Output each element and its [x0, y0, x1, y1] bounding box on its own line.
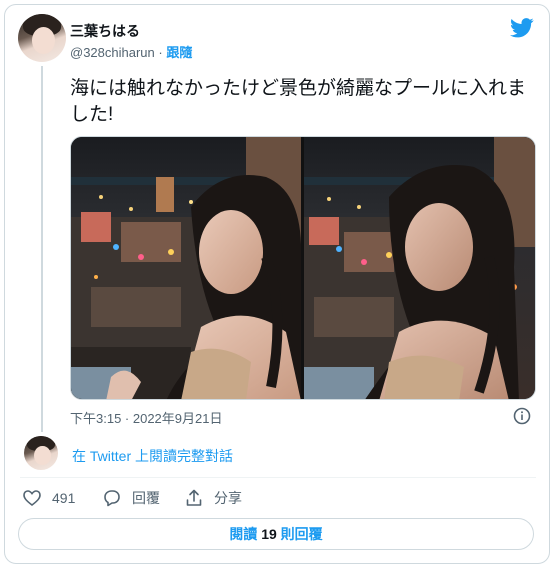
read-full-conversation-link[interactable]: 在 Twitter 上閱讀完整對話	[72, 446, 233, 466]
night-city-pool-photo-2	[304, 137, 535, 399]
avatar-face	[32, 27, 56, 55]
thread-line	[41, 66, 43, 432]
info-icon[interactable]	[513, 407, 531, 425]
heart-icon	[23, 490, 41, 507]
like-count: 491	[52, 490, 76, 506]
night-city-pool-photo-1	[71, 137, 301, 399]
author-avatar[interactable]	[18, 14, 66, 62]
tweet-text: 海には触れなかったけど景色が綺麗なプールに入れました!	[70, 78, 527, 125]
reader-avatar	[24, 436, 58, 470]
share-button[interactable]: 分享	[184, 487, 242, 509]
handle-separator: ·	[154, 45, 167, 60]
twitter-bird-icon[interactable]	[510, 18, 534, 38]
read-replies-prefix: 閱讀	[229, 526, 262, 542]
author-display-name[interactable]: 三葉ちはる	[70, 21, 140, 41]
tweet-photo-1[interactable]	[71, 137, 301, 399]
divider	[20, 477, 536, 478]
reply-label: 回覆	[132, 490, 160, 506]
read-replies-suffix: 則回覆	[276, 526, 323, 542]
follow-link[interactable]: 跟隨	[166, 45, 192, 60]
share-upload-icon	[186, 489, 202, 506]
reply-count: 19	[261, 526, 277, 542]
avatar-face	[34, 445, 51, 465]
reply-button[interactable]: 回覆	[102, 487, 160, 509]
tweet-media[interactable]	[70, 136, 536, 400]
read-replies-button[interactable]: 閱讀 19 則回覆	[18, 518, 534, 550]
tweet-photo-2[interactable]	[304, 137, 535, 399]
reply-bubble-icon	[104, 490, 120, 507]
share-label: 分享	[214, 490, 242, 506]
author-handle-row: @328chiharun · 跟隨	[70, 42, 192, 61]
author-handle[interactable]: @328chiharun	[70, 45, 155, 60]
tweet-timestamp[interactable]: 下午3:15 · 2022年9月21日	[70, 408, 222, 427]
like-button[interactable]: 491	[22, 487, 75, 509]
